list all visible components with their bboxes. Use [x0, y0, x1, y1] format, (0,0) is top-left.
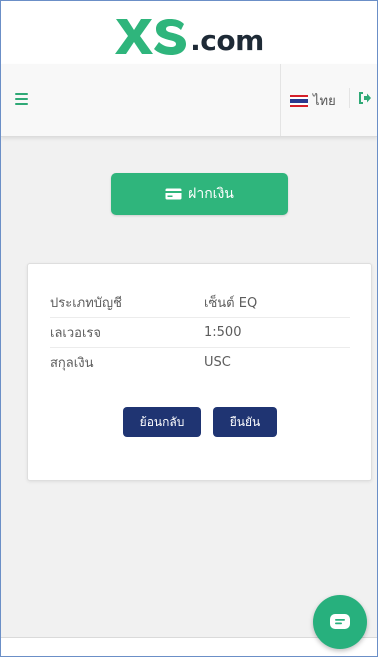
app-frame: .com ไทย ฝากเงิน ประเภทบัญชี เซ็นต์ EQ เ…: [0, 0, 378, 657]
leverage-value: 1:500: [204, 324, 242, 340]
top-nav: ไทย: [1, 64, 377, 137]
currency-value: USC: [204, 354, 231, 370]
language-selector[interactable]: ไทย: [290, 90, 336, 111]
back-button[interactable]: ย้อนกลับ: [123, 407, 201, 437]
xs-logo-mark: [115, 18, 187, 55]
credit-card-icon: [165, 188, 182, 200]
summary-row-currency: สกุลเงิน USC: [50, 347, 350, 377]
account-type-value: เซ็นต์ EQ: [204, 295, 258, 311]
summary-row-account-type: ประเภทบัญชี เซ็นต์ EQ: [50, 287, 350, 318]
confirm-button[interactable]: ยืนยัน: [213, 407, 277, 437]
account-summary-panel: ประเภทบัญชี เซ็นต์ EQ เลเวอเรจ 1:500 สกุ…: [27, 263, 372, 481]
nav-divider: [280, 64, 281, 136]
deposit-button-label: ฝากเงิน: [188, 185, 234, 201]
logo-bar: .com: [1, 1, 377, 64]
xs-logo[interactable]: .com: [114, 10, 264, 56]
logo-dot-com: .com: [190, 23, 264, 57]
leverage-label: เลเวอเรจ: [50, 325, 102, 341]
summary-row-leverage: เลเวอเรจ 1:500: [50, 317, 350, 348]
deposit-button[interactable]: ฝากเงิน: [111, 173, 288, 215]
currency-label: สกุลเงิน: [50, 355, 94, 371]
logout-icon[interactable]: [358, 91, 372, 105]
account-type-label: ประเภทบัญชี: [50, 295, 122, 311]
language-label: ไทย: [313, 94, 336, 109]
chat-button[interactable]: [313, 595, 367, 649]
hamburger-icon[interactable]: [15, 93, 28, 105]
nav-separator: [349, 88, 350, 108]
thai-flag-icon: [290, 94, 308, 107]
chat-bubble-icon: [330, 614, 350, 629]
